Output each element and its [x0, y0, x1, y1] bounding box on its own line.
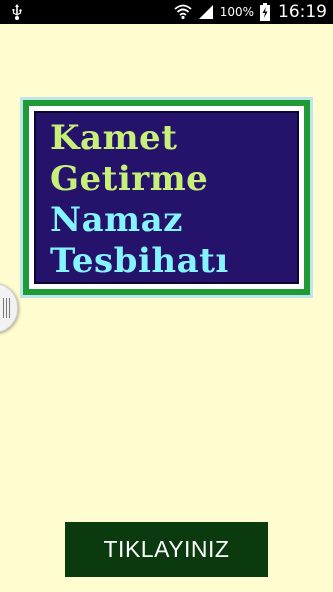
banner-line-getirme: Getirme [50, 159, 209, 199]
banner-frame: Kamet Getirme Namaz Tesbihatı [23, 100, 310, 295]
banner-panel: Kamet Getirme Namaz Tesbihatı [34, 111, 299, 284]
signal-icon [198, 4, 214, 20]
drawer-handle-icon [3, 298, 12, 318]
app-banner: Kamet Getirme Namaz Tesbihatı [20, 97, 313, 298]
battery-percent: 100% [219, 5, 254, 19]
battery-charging-icon [260, 3, 270, 21]
wifi-icon [174, 4, 192, 20]
status-bar: 100% 16:19 [0, 0, 333, 24]
usb-icon [8, 3, 26, 21]
tiklayiniz-button[interactable]: TIKLAYINIZ [65, 522, 268, 577]
drawer-handle[interactable] [0, 283, 18, 333]
banner-line-namaz: Namaz [50, 200, 183, 240]
banner-line-tesbihati: Tesbihatı [50, 241, 229, 281]
clock: 16:19 [278, 2, 327, 22]
banner-line-kamet: Kamet [50, 118, 178, 158]
